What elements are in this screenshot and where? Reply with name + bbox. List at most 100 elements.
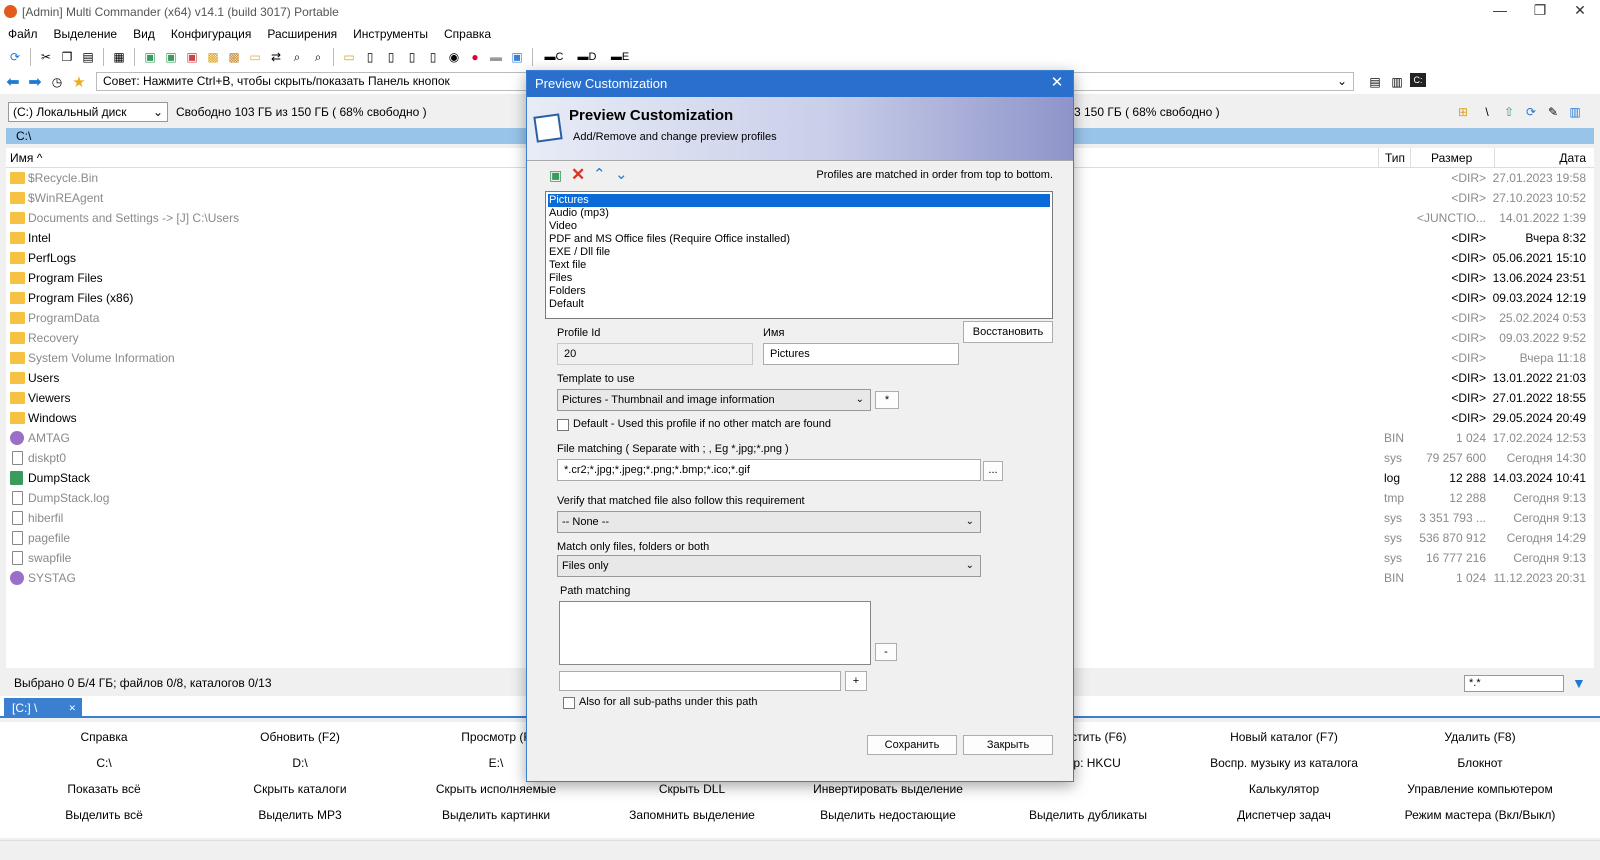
copy-icon[interactable]: ❐ — [58, 48, 76, 66]
function-button[interactable]: Управление компьютером — [1382, 776, 1578, 802]
function-button[interactable]: Справка — [6, 724, 202, 750]
col-type-header[interactable]: Тип — [1378, 148, 1405, 168]
function-button[interactable]: Блокнот — [1382, 750, 1578, 776]
maximize-button[interactable]: ❐ — [1520, 2, 1560, 22]
delete-file-icon[interactable]: ▣ — [183, 48, 201, 66]
path-input[interactable] — [559, 671, 841, 691]
copy-file-icon[interactable]: ▣ — [162, 48, 180, 66]
remove-path-button[interactable]: - — [875, 643, 897, 661]
profile-item[interactable]: Audio (mp3) — [548, 207, 1050, 220]
delete-profile-icon[interactable]: ✕ — [571, 165, 585, 185]
filter-icon[interactable]: ▼ — [1572, 672, 1586, 694]
archive-icon[interactable]: ▩ — [204, 48, 222, 66]
menu-extensions[interactable]: Расширения — [259, 27, 345, 41]
profile-item[interactable]: PDF and MS Office files (Require Office … — [548, 233, 1050, 246]
doc2-icon[interactable]: ▯ — [382, 48, 400, 66]
monitor-icon[interactable]: ▣ — [508, 48, 526, 66]
file-matching-browse-button[interactable]: ... — [983, 461, 1003, 481]
columns-icon[interactable]: ▥ — [1566, 103, 1584, 121]
doc3-icon[interactable]: ▯ — [403, 48, 421, 66]
drive-select[interactable]: (C:) Локальный диск ⌄ — [8, 102, 168, 122]
drive-c-button[interactable]: ▬ C — [539, 48, 569, 66]
function-button[interactable]: Выделить дубликаты — [990, 802, 1186, 828]
back-icon[interactable]: ⬅ — [4, 73, 22, 91]
add-path-button[interactable]: + — [845, 671, 867, 691]
add-profile-icon[interactable]: ▣ — [549, 167, 562, 184]
favorites-star-icon[interactable]: ★ — [70, 73, 88, 91]
save-button[interactable]: Сохранить — [867, 735, 957, 755]
file-matching-input[interactable]: *.cr2;*.jpg;*.jpeg;*.png;*.bmp;*.ico;*.g… — [557, 459, 981, 481]
menu-view[interactable]: Вид — [125, 27, 163, 41]
close-window-button[interactable]: ✕ — [1560, 2, 1600, 22]
menu-help[interactable]: Справка — [436, 27, 499, 41]
package-icon[interactable]: ▩ — [225, 48, 243, 66]
menu-tools[interactable]: Инструменты — [345, 27, 436, 41]
function-button[interactable]: Выделить MP3 — [202, 802, 398, 828]
function-button[interactable]: Показать всё — [6, 776, 202, 802]
function-button[interactable]: Калькулятор — [1186, 776, 1382, 802]
chat-icon[interactable]: ▬ — [487, 48, 505, 66]
verify-select[interactable]: -- None -- ⌄ — [557, 511, 981, 533]
search-files-icon[interactable]: ⌕ — [288, 48, 306, 66]
chevron-down-icon[interactable]: ⌄ — [1337, 73, 1347, 90]
function-button[interactable]: D:\ — [202, 750, 398, 776]
color-icon[interactable]: ● — [466, 48, 484, 66]
menu-selection[interactable]: Выделение — [46, 27, 126, 41]
refresh-icon[interactable]: ⟳ — [6, 48, 24, 66]
function-button[interactable]: Выделить картинки — [398, 802, 594, 828]
col-size-header[interactable]: Размер — [1410, 148, 1494, 168]
new-file-icon[interactable]: ▣ — [141, 48, 159, 66]
new-folder-icon[interactable]: ▭ — [246, 48, 264, 66]
close-icon[interactable]: ✕ — [68, 698, 76, 718]
profile-item[interactable]: Folders — [548, 285, 1050, 298]
profile-item[interactable]: EXE / Dll file — [548, 246, 1050, 259]
refresh-panel-icon[interactable]: ⟳ — [1522, 103, 1540, 121]
profile-item[interactable]: Text file — [548, 259, 1050, 272]
template-edit-button[interactable]: * — [875, 391, 899, 409]
drive-e-button[interactable]: ▬ E — [605, 48, 635, 66]
function-button[interactable]: C:\ — [6, 750, 202, 776]
function-button[interactable]: Диспетчер задач — [1186, 802, 1382, 828]
forward-icon[interactable]: ➡ — [26, 73, 44, 91]
dialog-close-icon[interactable]: ✕ — [1047, 73, 1067, 93]
filter-input[interactable]: *.* — [1464, 675, 1564, 692]
function-button[interactable]: Выделить недостающие — [790, 802, 986, 828]
template-select[interactable]: Pictures - Thumbnail and image informati… — [557, 389, 871, 411]
profiles-list[interactable]: Pictures Audio (mp3) Video PDF and MS Offic… — [545, 191, 1053, 319]
cut-icon[interactable]: ✂ — [37, 48, 55, 66]
doc-icon[interactable]: ▯ — [361, 48, 379, 66]
close-button[interactable]: Закрыть — [963, 735, 1053, 755]
tab-drive-c[interactable]: [C:] \ ✕ — [4, 698, 82, 718]
layout-icon[interactable]: ▥ — [1388, 73, 1406, 91]
compare-icon[interactable]: ⇄ — [267, 48, 285, 66]
restore-button[interactable]: Восстановить — [963, 321, 1053, 343]
function-button[interactable]: Скрыть каталоги — [202, 776, 398, 802]
match-only-select[interactable]: Files only ⌄ — [557, 555, 981, 577]
function-button[interactable]: Режим мастера (Вкл/Выкл) — [1382, 802, 1578, 828]
drive-d-button[interactable]: ▬ D — [572, 48, 602, 66]
up-folder-icon[interactable]: ⇧ — [1500, 103, 1518, 121]
tools-icon[interactable]: ✎ — [1544, 103, 1562, 121]
default-checkbox[interactable] — [557, 419, 569, 431]
view-mode-icon[interactable]: ▦ — [110, 48, 128, 66]
notes-icon[interactable]: ▯ — [424, 48, 442, 66]
function-button[interactable]: Выделить всё — [6, 802, 202, 828]
keyboard-icon[interactable]: ▭ — [340, 48, 358, 66]
find-icon[interactable]: ⌕ — [309, 48, 327, 66]
col-date-header[interactable]: Дата — [1494, 148, 1594, 168]
eye-icon[interactable]: ◉ — [445, 48, 463, 66]
name-input[interactable]: Pictures — [763, 343, 959, 365]
menu-config[interactable]: Конфигурация — [163, 27, 260, 41]
function-button[interactable]: Удалить (F8) — [1382, 724, 1578, 750]
profile-item[interactable]: Default — [548, 298, 1050, 311]
function-button[interactable]: Новый каталог (F7) — [1186, 724, 1382, 750]
move-down-icon[interactable]: ⌄ — [615, 165, 628, 183]
panel-icon[interactable]: ▤ — [1366, 73, 1384, 91]
history-icon[interactable]: ◷ — [48, 73, 66, 91]
function-button[interactable]: Обновить (F2) — [202, 724, 398, 750]
console-icon[interactable]: C: — [1410, 73, 1426, 87]
root-icon[interactable]: \ — [1478, 103, 1496, 121]
move-up-icon[interactable]: ⌃ — [593, 165, 606, 183]
col-name-header[interactable]: Имя ^ — [10, 148, 42, 168]
function-button[interactable]: Запомнить выделение — [594, 802, 790, 828]
